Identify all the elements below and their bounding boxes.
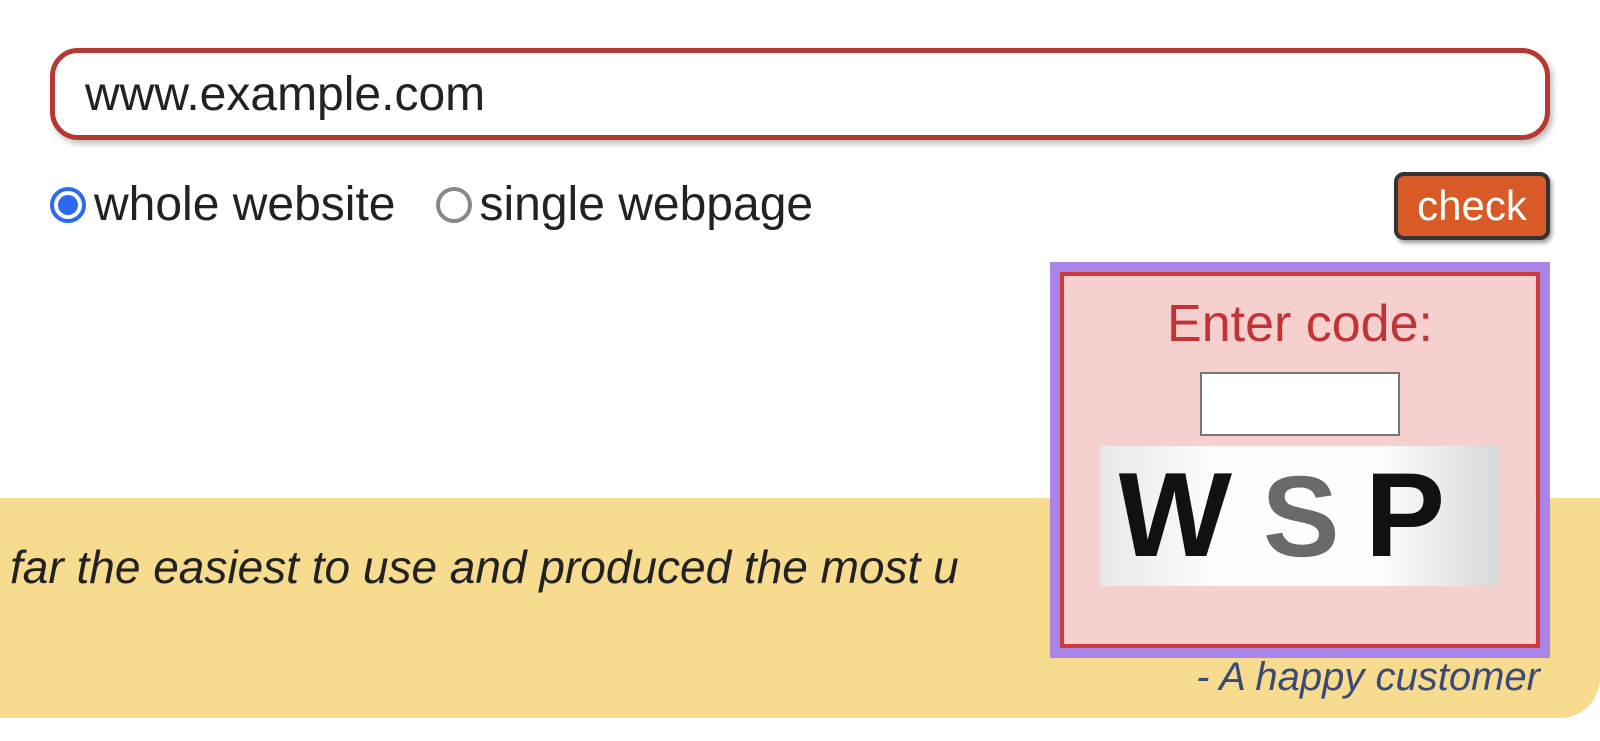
page-root: whole website single webpage check far t… (0, 0, 1600, 741)
radio-label-whole-website: whole website (94, 181, 396, 229)
check-button-label: check (1417, 185, 1527, 227)
captcha-input[interactable] (1200, 372, 1400, 436)
check-button[interactable]: check (1394, 172, 1550, 240)
captcha-title: Enter code: (1167, 294, 1433, 354)
scope-radio-group: whole website single webpage (50, 181, 813, 229)
radio-whole-website[interactable]: whole website (50, 181, 396, 229)
radio-label-single-webpage: single webpage (480, 181, 814, 229)
radio-dot-icon (58, 195, 78, 215)
svg-text:W: W (1113, 451, 1234, 581)
scope-options-row: whole website single webpage (50, 160, 1550, 250)
captcha-image: W S P (1100, 446, 1500, 586)
radio-indicator-unselected (436, 187, 472, 223)
radio-single-webpage[interactable]: single webpage (436, 181, 814, 229)
captcha-svg-icon: W S P (1110, 451, 1490, 581)
radio-indicator-selected (50, 187, 86, 223)
testimonial-attribution: - A happy customer (1196, 655, 1540, 700)
svg-text:S: S (1260, 453, 1341, 581)
captcha-panel: Enter code: W S P (1050, 262, 1550, 658)
captcha-inner: Enter code: W S P (1060, 272, 1540, 648)
url-input[interactable] (50, 48, 1550, 140)
svg-text:P: P (1365, 451, 1445, 581)
